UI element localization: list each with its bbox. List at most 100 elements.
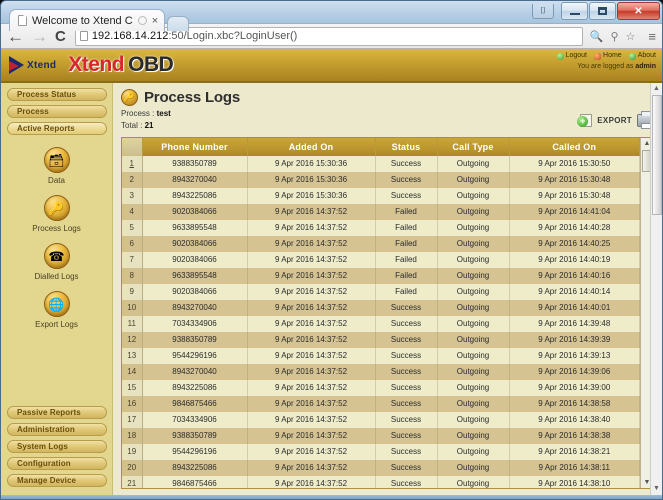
sidebar-item-active-reports[interactable]: Active Reports (7, 122, 107, 135)
table-row[interactable]: 21 9846875466 9 Apr 2016 14:37:52 Success Ou… (122, 475, 640, 488)
sidebar-item-manage-device[interactable]: Manage Device (7, 474, 107, 487)
cell-added-on: 9 Apr 2016 15:30:36 (247, 187, 376, 204)
cell-status: Success (375, 443, 438, 460)
page-scroll-up-icon[interactable]: ▲ (653, 83, 660, 95)
app-header: Xtend Xtend OBD Logout Home About You are… (1, 49, 662, 83)
table-row[interactable]: 9 9020384066 9 Apr 2016 14:37:52 Failed Outg… (122, 283, 640, 300)
page-scrollbar[interactable]: ▲ ▼ (650, 83, 662, 495)
cell-status: Success (375, 299, 438, 316)
table-row[interactable]: 18 9388350789 9 Apr 2016 14:37:52 Success Ou… (122, 427, 640, 444)
cell-call-type: Outgoing (437, 315, 510, 332)
table-row[interactable]: 2 8943270040 9 Apr 2016 15:30:36 Success Out… (122, 171, 640, 188)
home-label: Home (603, 52, 622, 59)
table-row[interactable]: 15 8943225086 9 Apr 2016 14:37:52 Success Ou… (122, 379, 640, 396)
table-row[interactable]: 11 7034334906 9 Apr 2016 14:37:52 Success Ou… (122, 315, 640, 332)
site-info-icon[interactable] (79, 31, 88, 41)
page-scroll-down-icon[interactable]: ▼ (653, 483, 660, 495)
table-row[interactable]: 19 9544296196 9 Apr 2016 14:37:52 Success Ou… (122, 443, 640, 460)
row-index: 5 (122, 219, 143, 236)
table-row[interactable]: 6 9020384066 9 Apr 2016 14:37:52 Failed Outg… (122, 235, 640, 252)
home-link[interactable]: Home (594, 51, 622, 62)
page-scroll-thumb[interactable] (651, 95, 662, 215)
sidebar-item-passive-reports[interactable]: Passive Reports (7, 406, 107, 419)
search-icon[interactable]: 🔍 (590, 30, 604, 43)
new-tab-button[interactable] (167, 16, 190, 31)
sidebar-item-process[interactable]: Process (7, 105, 107, 118)
column-call-type[interactable]: Call Type (437, 137, 510, 156)
cell-phone-number: 8943270040 (142, 171, 248, 188)
cell-status: Success (375, 155, 438, 172)
sidebar-item-administration[interactable]: Administration (7, 423, 107, 436)
cell-phone-number: 7034334906 (142, 315, 248, 332)
total-value: 21 (144, 121, 154, 131)
cell-phone-number: 8943225086 (142, 379, 248, 396)
close-button[interactable]: ✕ (617, 2, 660, 20)
sidebar-item-process-logs[interactable]: 🔑 Process Logs (1, 195, 112, 233)
export-button[interactable]: EXPORT (597, 116, 632, 125)
cell-call-type: Outgoing (437, 427, 510, 444)
logo-arrow-icon (9, 56, 24, 74)
cell-phone-number: 8943225086 (142, 187, 248, 204)
menu-icon[interactable]: ≡ (645, 29, 656, 44)
table-row[interactable]: 12 9388350789 9 Apr 2016 14:37:52 Success Ou… (122, 331, 640, 348)
cell-phone-number: 9020384066 (142, 283, 248, 300)
table-row[interactable]: 3 8943225086 9 Apr 2016 15:30:36 Success Out… (122, 187, 640, 204)
table-row[interactable]: 20 8943225086 9 Apr 2016 14:37:52 Success Ou… (122, 459, 640, 476)
cell-added-on: 9 Apr 2016 14:37:52 (247, 267, 376, 284)
row-index: 21 (122, 475, 143, 488)
content-inner: 🔑 Process Logs Process : test Total : 21… (113, 83, 662, 495)
cell-call-type: Outgoing (437, 443, 510, 460)
sidebar-item-system-logs[interactable]: System Logs (7, 440, 107, 453)
process-logs-title-icon: 🔑 (121, 89, 138, 106)
row-index: 6 (122, 235, 143, 252)
cell-added-on: 9 Apr 2016 14:37:52 (247, 219, 376, 236)
cell-added-on: 9 Apr 2016 14:37:52 (247, 427, 376, 444)
cell-call-type: Outgoing (437, 379, 510, 396)
sidebar-item-data[interactable]: 🗃 Data (1, 147, 112, 185)
table-row[interactable]: 7 9020384066 9 Apr 2016 14:37:52 Failed Outg… (122, 251, 640, 268)
cell-phone-number: 8943225086 (142, 459, 248, 476)
table-row[interactable]: 16 9846875466 9 Apr 2016 14:37:52 Success Ou… (122, 395, 640, 412)
column-status[interactable]: Status (375, 137, 438, 156)
browser-tab[interactable]: Welcome to Xtend C × (9, 9, 166, 31)
table-row[interactable]: 10 8943270040 9 Apr 2016 14:37:52 Success Ou… (122, 299, 640, 316)
cell-added-on: 9 Apr 2016 14:37:52 (247, 443, 376, 460)
cell-called-on: 9 Apr 2016 14:39:13 (509, 347, 640, 364)
logout-link[interactable]: Logout (556, 51, 587, 62)
cell-called-on: 9 Apr 2016 14:41:04 (509, 203, 640, 220)
cell-status: Success (375, 411, 438, 428)
page-title: Process Logs (144, 89, 240, 106)
row-index: 19 (122, 443, 143, 460)
about-link[interactable]: About (628, 51, 656, 62)
column-called-on[interactable]: Called On (509, 137, 640, 156)
sidebar-label-dialled-logs: Dialled Logs (34, 272, 79, 281)
minimize-button[interactable] (561, 2, 588, 20)
table-row[interactable]: 4 9020384066 9 Apr 2016 14:37:52 Failed Outg… (122, 203, 640, 220)
table-row[interactable]: 14 8943270040 9 Apr 2016 14:37:52 Success Ou… (122, 363, 640, 380)
cell-added-on: 9 Apr 2016 14:37:52 (247, 459, 376, 476)
column-phone-number[interactable]: Phone Number (142, 137, 248, 156)
table-row[interactable]: 13 9544296196 9 Apr 2016 14:37:52 Success Ou… (122, 347, 640, 364)
pin-icon[interactable]: ⌷ (532, 3, 554, 19)
column-added-on[interactable]: Added On (247, 137, 376, 156)
bookmark-star-icon[interactable]: ☆ (626, 30, 636, 43)
cell-called-on: 9 Apr 2016 14:39:48 (509, 315, 640, 332)
cell-phone-number: 9020384066 (142, 235, 248, 252)
table-row[interactable]: 5 9633895548 9 Apr 2016 14:37:52 Failed Outg… (122, 219, 640, 236)
tab-close-icon[interactable]: × (152, 15, 158, 27)
url-text: 192.168.14.212:50/Login.xbc?LoginUser() (92, 30, 298, 42)
sidebar-item-process-status[interactable]: Process Status (7, 88, 107, 101)
key-icon[interactable]: ⚲ (610, 30, 618, 43)
table-row[interactable]: 8 9633895548 9 Apr 2016 14:37:52 Failed Outg… (122, 267, 640, 284)
sidebar-item-export-logs[interactable]: 🌐 Export Logs (1, 291, 112, 329)
table-row[interactable]: 1 9388350789 9 Apr 2016 15:30:36 Success Out… (122, 155, 640, 172)
cell-called-on: 9 Apr 2016 14:40:01 (509, 299, 640, 316)
browser-window: Welcome to Xtend C × ⌷ ✕ ← → C 192.168.1… (0, 0, 663, 500)
maximize-button[interactable] (589, 2, 616, 20)
window-bottom-edge (1, 495, 662, 499)
table-row[interactable]: 17 7034334906 9 Apr 2016 14:37:52 Success Ou… (122, 411, 640, 428)
cell-phone-number: 9544296196 (142, 443, 248, 460)
process-logs-table-core: Phone Number Added On Status Call Type C… (122, 137, 640, 488)
sidebar-item-configuration[interactable]: Configuration (7, 457, 107, 470)
sidebar-item-dialled-logs[interactable]: ☎ Dialled Logs (1, 243, 112, 281)
